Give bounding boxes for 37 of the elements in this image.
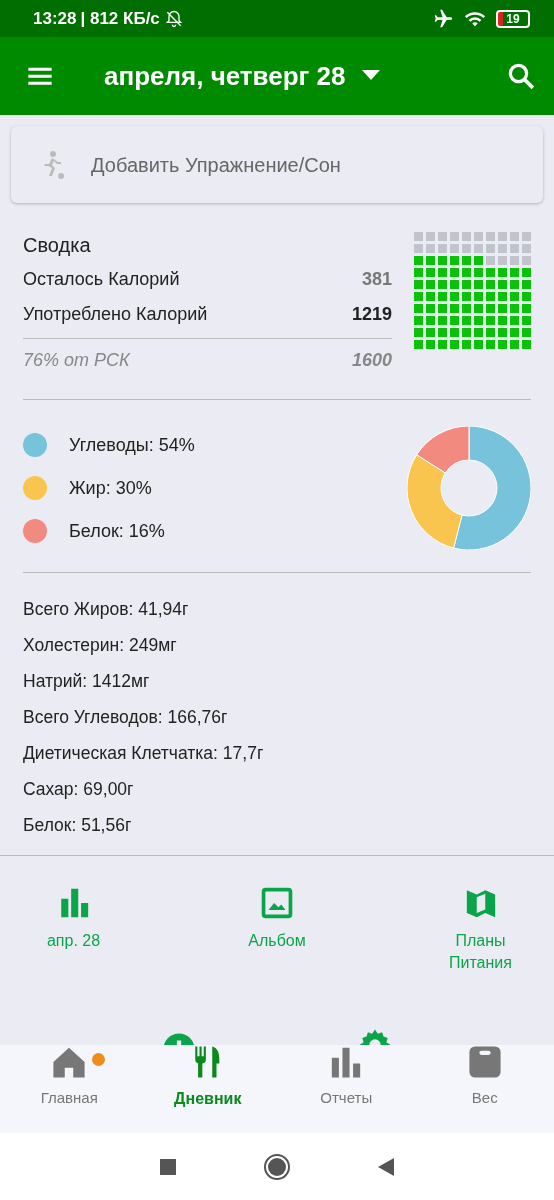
shortcut-button[interactable]: апр. 28: [21, 886, 126, 974]
airplane-icon: [432, 7, 454, 30]
house-icon: [52, 1045, 87, 1079]
nav-tab[interactable]: Вес: [415, 1045, 554, 1133]
nutrient-text: Натрий: 1412мг: [23, 670, 151, 693]
row-label: 76% от РСК: [23, 349, 130, 372]
clock-text: 13:28: [33, 7, 77, 30]
legend-label: Белок: 16%: [69, 519, 165, 543]
nutrient-text: Диетическая Клетчатка: 17,7г: [23, 742, 265, 765]
shortcut-button[interactable]: Альбом: [224, 886, 330, 974]
network-speed-text: | 812 КБ/с: [80, 7, 160, 30]
shortcut-button[interactable]: Планы Питания: [428, 886, 533, 974]
row-label: Употреблено Калорий: [23, 303, 208, 326]
nutrient-text: Белок: 51,56г: [23, 814, 133, 837]
nutrient-text: Холестерин: 249мг: [23, 634, 178, 657]
nav-tab[interactable]: Главная: [0, 1045, 139, 1133]
nav-tab[interactable]: Отчеты: [277, 1045, 416, 1133]
nutrient-text: Сахар: 69,00г: [23, 778, 135, 801]
battery-indicator: 19: [496, 9, 530, 28]
legend-label: Углеводы: 54%: [69, 433, 195, 457]
muted-bell-icon: [163, 8, 184, 29]
row-value: 1219: [351, 303, 392, 326]
square-icon[interactable]: [158, 1156, 178, 1177]
search-icon[interactable]: [506, 61, 536, 91]
nav-tab[interactable]: Дневник: [138, 1045, 277, 1133]
legend-label: Жир: 30%: [69, 476, 152, 500]
home-circle-icon[interactable]: [263, 1152, 291, 1181]
image-icon: [260, 886, 294, 920]
row-label: Осталось Калорий: [23, 268, 180, 291]
nutrient-text: Всего Углеводов: 166,76г: [23, 706, 229, 729]
back-icon[interactable]: [376, 1156, 396, 1177]
caret-icon: [361, 70, 380, 82]
row-value: 381: [361, 268, 392, 291]
add-exercise-field[interactable]: Добавить Упражнение/Сон: [11, 126, 543, 203]
summary-title: Сводка: [23, 233, 92, 258]
row-value: 1600: [351, 349, 392, 372]
nutrient-text: Всего Жиров: 41,94г: [23, 598, 190, 621]
